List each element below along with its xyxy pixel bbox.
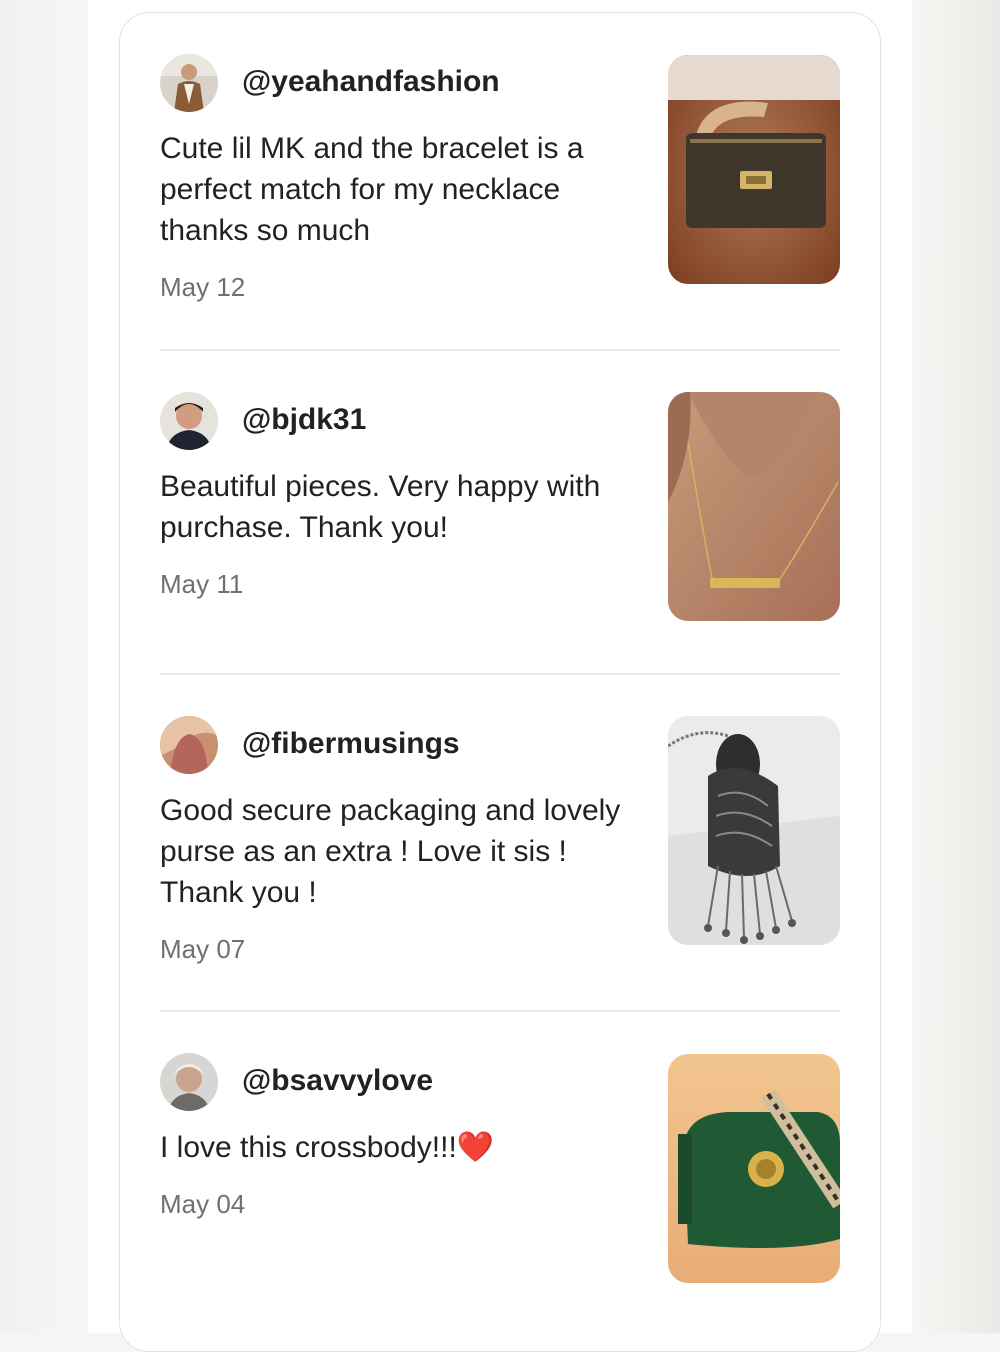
review-text: I love this crossbody!!!❤️ <box>160 1127 630 1168</box>
review-photo[interactable] <box>668 716 840 945</box>
review-photo[interactable] <box>668 1054 840 1283</box>
user-avatar[interactable] <box>160 1053 218 1111</box>
review-divider <box>160 673 840 675</box>
review-username[interactable]: @yeahandfashion <box>242 65 500 99</box>
user-avatar[interactable] <box>160 392 218 450</box>
review-divider <box>160 1010 840 1012</box>
page-margin-left <box>0 0 88 1333</box>
review-text: Beautiful pieces. Very happy with purcha… <box>160 470 601 544</box>
review-date: May 04 <box>160 1189 246 1219</box>
review-text: Cute lil MK and the bracelet is a perfec… <box>160 132 584 247</box>
page-margin-right <box>912 0 1000 1333</box>
review-photo[interactable] <box>668 392 840 621</box>
user-avatar[interactable] <box>160 716 218 774</box>
review-username[interactable]: @fibermusings <box>242 727 460 761</box>
review-divider <box>160 349 840 351</box>
review-photo[interactable] <box>668 55 840 284</box>
review-username[interactable]: @bjdk31 <box>242 403 366 437</box>
review-date: May 11 <box>160 569 244 599</box>
heart-emoji-icon: ❤️ <box>456 1131 495 1164</box>
review-date: May 07 <box>160 934 246 964</box>
review-text: Good secure packaging and lovely purse a… <box>160 794 621 909</box>
review-text-body: I love this crossbody!!! <box>160 1131 457 1164</box>
review-username[interactable]: @bsavvylove <box>242 1064 433 1098</box>
user-avatar[interactable] <box>160 54 218 112</box>
review-date: May 12 <box>160 272 246 302</box>
